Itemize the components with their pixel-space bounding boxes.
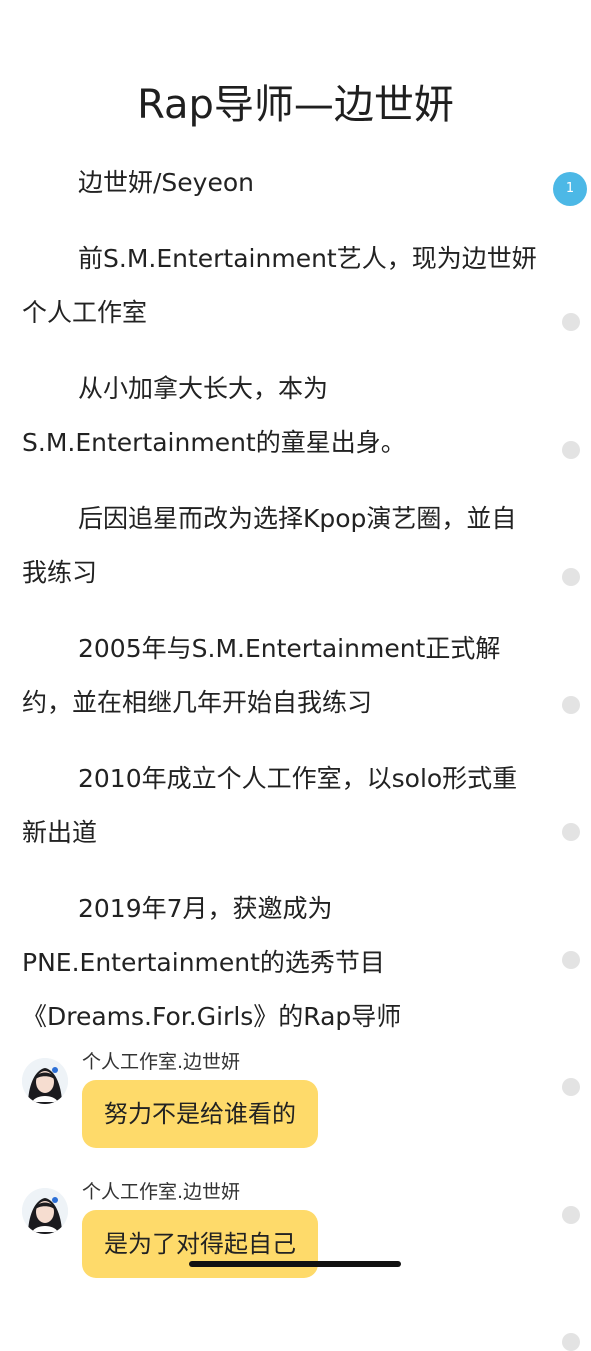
user-avatar-icon[interactable] (22, 1058, 68, 1104)
chat-message: 个人工作室.边世妍 是为了对得起自己 (22, 1181, 562, 1318)
paragraph: 2005年与S.M.Entertainment正式解约，並在相继几年开始自我练习 (22, 634, 501, 717)
page-dot[interactable] (562, 950, 580, 969)
chat-section: 个人工作室.边世妍 努力不是给谁看的 个人工作室.边世妍 是为了对得起自己 (22, 1051, 562, 1318)
paragraph: 后因追星而改为选择Kpop演艺圈，並自我练习 (22, 504, 517, 587)
page-dot[interactable] (562, 1333, 580, 1351)
paragraph: 边世妍/Seyeon (78, 168, 254, 197)
page-indicator: 1 (553, 172, 589, 1351)
home-indicator (189, 1261, 401, 1267)
message-bubble[interactable]: 是为了对得起自己 (82, 1210, 318, 1278)
page-dot[interactable] (562, 823, 580, 841)
current-page-dot[interactable]: 1 (553, 172, 587, 206)
chat-message: 个人工作室.边世妍 努力不是给谁看的 (22, 1051, 562, 1188)
user-avatar-icon[interactable] (22, 1188, 68, 1234)
page-dot[interactable] (562, 695, 580, 714)
page-dot[interactable] (562, 1205, 580, 1224)
page-dot[interactable] (562, 313, 580, 331)
paragraph: 2019年7月，获邀成为PNE.Entertainment的选秀节目《Dream… (22, 894, 402, 1031)
page-dot[interactable] (562, 1078, 580, 1096)
sender-name: 个人工作室.边世妍 (82, 1181, 241, 1203)
paragraph: 从小加拿大长大，本为S.M.Entertainment的童星出身。 (22, 374, 406, 457)
sender-name: 个人工作室.边世妍 (82, 1051, 241, 1073)
page-dot[interactable] (562, 568, 580, 586)
page-dot[interactable] (562, 440, 580, 459)
article-body: 边世妍/Seyeon 前S.M.Entertainment艺人，现为边世妍个人工… (22, 156, 537, 1066)
paragraph: 2010年成立个人工作室，以solo形式重新出道 (22, 764, 518, 847)
paragraph: 前S.M.Entertainment艺人，现为边世妍个人工作室 (22, 244, 537, 327)
message-bubble[interactable]: 努力不是给谁看的 (82, 1080, 318, 1148)
page-title: Rap导师—边世妍 (137, 82, 454, 128)
